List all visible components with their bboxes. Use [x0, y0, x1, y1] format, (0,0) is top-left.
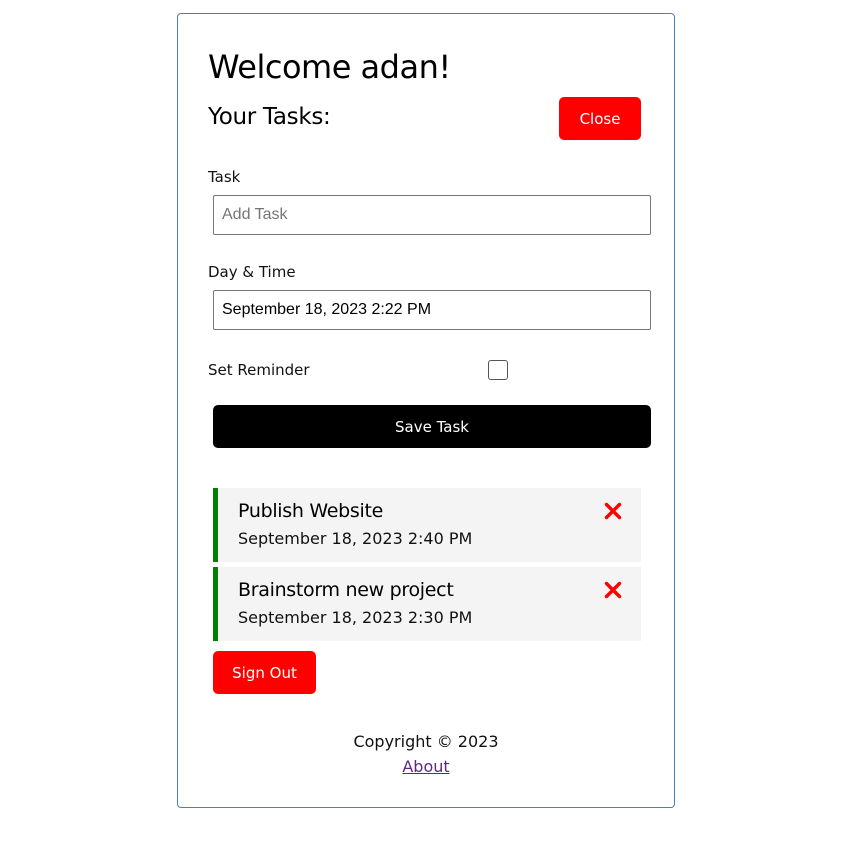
reminder-label: Set Reminder — [208, 361, 310, 379]
task-time: September 18, 2023 2:40 PM — [238, 529, 473, 548]
page-title: Welcome adan! — [208, 48, 451, 86]
close-icon[interactable] — [603, 501, 623, 521]
save-task-button[interactable]: Save Task — [213, 405, 651, 448]
datetime-label: Day & Time — [208, 263, 296, 281]
task-name: Brainstorm new project — [238, 579, 454, 601]
copyright-text: Copyright © 2023 — [353, 732, 499, 751]
datetime-input[interactable] — [213, 290, 651, 330]
task-tracker-card: Welcome adan! Your Tasks: Close Task Day… — [177, 13, 675, 808]
task-name: Publish Website — [238, 500, 384, 522]
about-link[interactable]: About — [402, 757, 449, 776]
task-time: September 18, 2023 2:30 PM — [238, 608, 473, 627]
task-input[interactable] — [213, 195, 651, 235]
close-button[interactable]: Close — [559, 97, 641, 140]
sign-out-button[interactable]: Sign Out — [213, 651, 316, 694]
task-item[interactable]: Brainstorm new project September 18, 202… — [213, 567, 641, 641]
reminder-checkbox[interactable] — [488, 360, 508, 380]
tasks-heading: Your Tasks: — [208, 104, 331, 130]
task-item[interactable]: Publish Website September 18, 2023 2:40 … — [213, 488, 641, 562]
close-icon[interactable] — [603, 580, 623, 600]
task-label: Task — [208, 168, 241, 186]
about-link-wrapper: About — [178, 757, 674, 776]
